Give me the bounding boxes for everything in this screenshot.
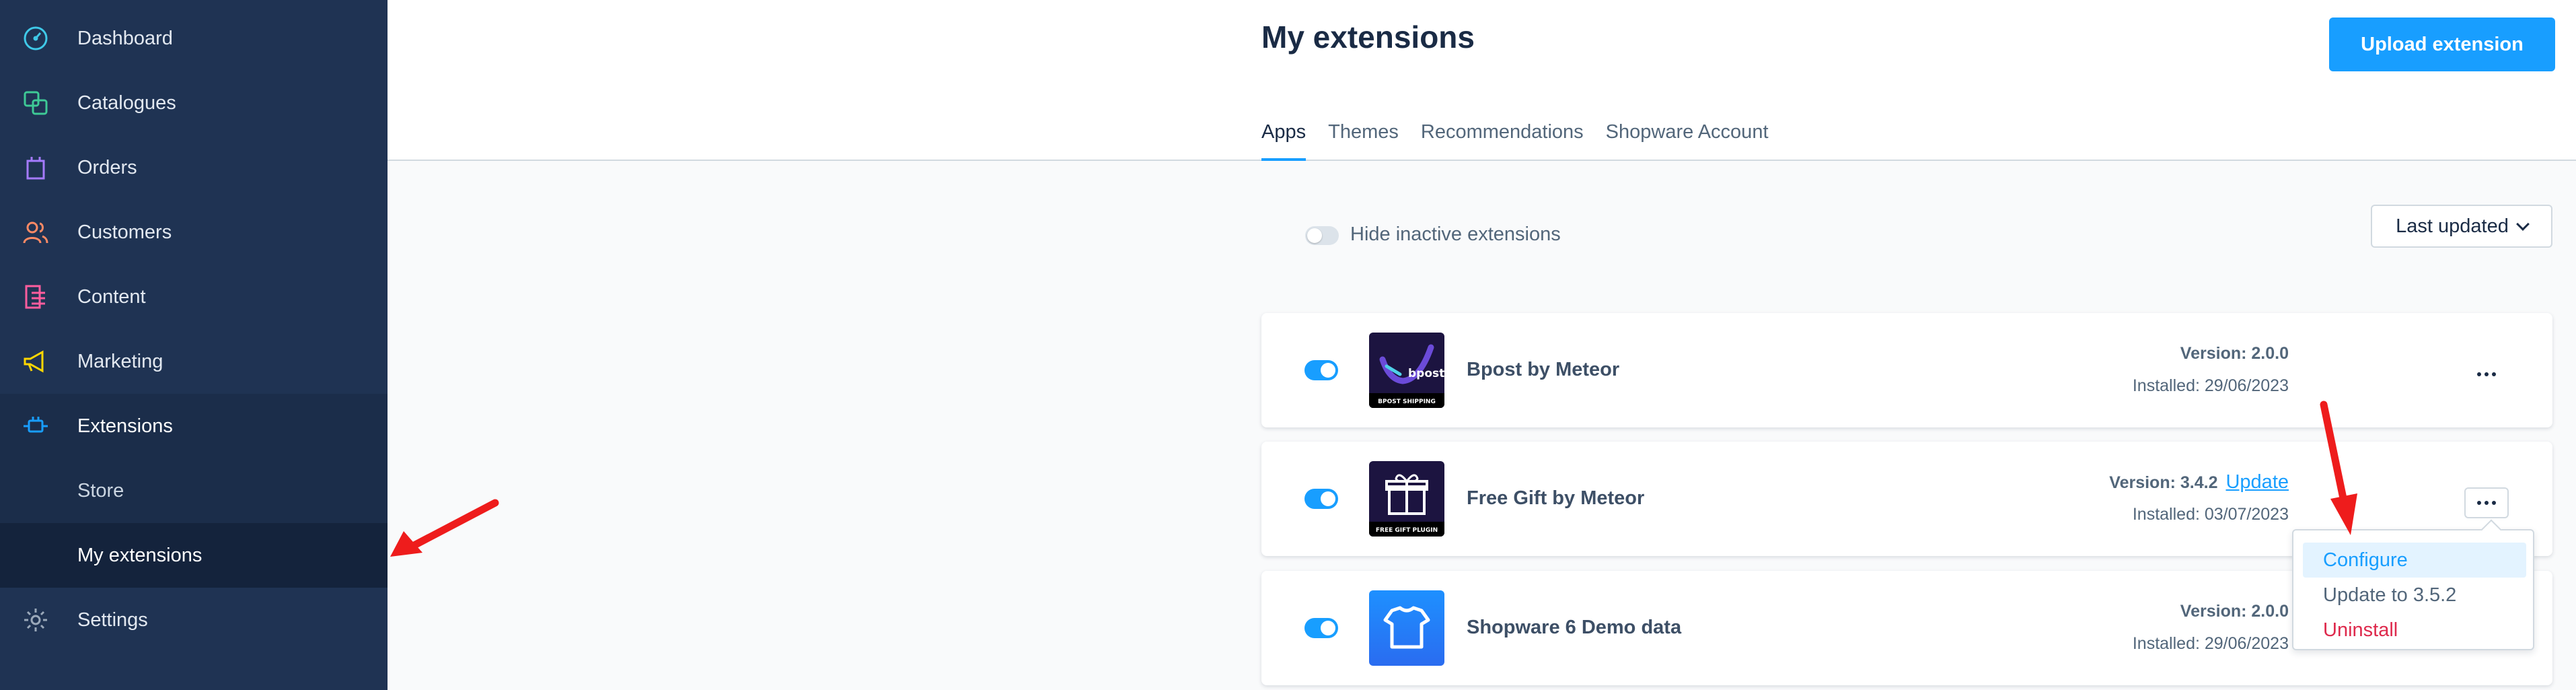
sidebar-subitem-my-extensions[interactable]: My extensions	[0, 523, 388, 588]
hide-inactive-label: Hide inactive extensions	[1350, 223, 1561, 245]
extension-active-toggle[interactable]	[1304, 618, 1338, 638]
sidebar-item-orders[interactable]: Orders	[0, 135, 388, 200]
more-icon	[2477, 372, 2481, 376]
catalogues-icon	[20, 88, 51, 118]
marketing-icon	[20, 346, 51, 377]
sidebar-item-settings[interactable]: Settings	[0, 588, 388, 652]
content-icon	[20, 281, 51, 312]
sort-select[interactable]: Last updated	[2371, 205, 2552, 248]
svg-text:FREE GIFT PLUGIN: FREE GIFT PLUGIN	[1376, 527, 1438, 534]
extension-name: Bpost by Meteor	[1467, 359, 1620, 380]
sort-select-value: Last updated	[2396, 215, 2509, 237]
menu-item-uninstall[interactable]: Uninstall	[2303, 613, 2526, 648]
sidebar-item-label: Dashboard	[77, 27, 173, 49]
sidebar: Dashboard Catalogues Orders Customers Co…	[0, 0, 388, 690]
extension-active-toggle[interactable]	[1304, 489, 1338, 509]
extension-version: Version: 2.0.0	[2180, 344, 2289, 363]
sidebar-item-label: Customers	[77, 221, 172, 243]
extension-installed-date: Installed: 29/06/2023	[2132, 634, 2289, 653]
tshirt-logo-icon	[1369, 590, 1444, 666]
gift-logo-icon: FREE GIFT PLUGIN	[1369, 461, 1444, 537]
menu-item-configure[interactable]: Configure	[2303, 543, 2526, 578]
tab-themes[interactable]: Themes	[1328, 121, 1399, 161]
extension-active-toggle[interactable]	[1304, 360, 1338, 380]
update-link[interactable]: Update	[2225, 471, 2289, 493]
more-options-button[interactable]	[2464, 359, 2509, 390]
extension-installed-date: Installed: 03/07/2023	[2132, 505, 2289, 524]
extensions-icon	[20, 411, 51, 442]
page-title: My extensions	[1261, 20, 1475, 55]
customers-icon	[20, 217, 51, 248]
extension-version-row: Version: 3.4.2 Update	[2109, 471, 2289, 493]
sidebar-item-extensions[interactable]: Extensions	[0, 394, 388, 458]
sidebar-item-dashboard[interactable]: Dashboard	[0, 6, 388, 71]
more-icon	[2492, 501, 2496, 505]
sidebar-item-label: Store	[77, 479, 124, 502]
sidebar-item-label: My extensions	[77, 544, 203, 566]
sidebar-item-label: Orders	[77, 156, 137, 178]
tab-bar: Apps Themes Recommendations Shopware Acc…	[1261, 121, 1791, 161]
tab-shopware-account[interactable]: Shopware Account	[1606, 121, 1769, 161]
more-icon	[2477, 501, 2481, 505]
svg-text:bpost: bpost	[1408, 367, 1444, 380]
more-icon	[2485, 501, 2489, 505]
upload-extension-button[interactable]: Upload extension	[2329, 18, 2555, 71]
sidebar-item-catalogues[interactable]: Catalogues	[0, 71, 388, 135]
extension-version: Version: 3.4.2	[2109, 473, 2218, 492]
more-icon	[2485, 372, 2489, 376]
svg-text:BPOST SHIPPING: BPOST SHIPPING	[1378, 399, 1436, 405]
annotation-arrow-icon	[390, 499, 499, 557]
chevron-down-icon	[2515, 217, 2530, 231]
extension-version: Version: 2.0.0	[2180, 602, 2289, 621]
sidebar-item-label: Extensions	[77, 415, 173, 437]
sidebar-item-marketing[interactable]: Marketing	[0, 329, 388, 394]
orders-icon	[20, 152, 51, 183]
extension-context-menu: Configure Update to 3.5.2 Uninstall	[2292, 529, 2534, 650]
sidebar-subitem-store[interactable]: Store	[0, 458, 388, 523]
hide-inactive-toggle[interactable]	[1305, 226, 1339, 245]
annotation-arrow-icon	[2320, 401, 2357, 535]
sidebar-item-content[interactable]: Content	[0, 265, 388, 329]
extension-installed-date: Installed: 29/06/2023	[2132, 376, 2289, 395]
bpost-logo-icon: bpost BPOST SHIPPING	[1369, 333, 1444, 408]
menu-item-update[interactable]: Update to 3.5.2	[2303, 578, 2526, 613]
dashboard-icon	[20, 23, 51, 54]
sidebar-item-label: Content	[77, 285, 146, 308]
extension-name: Free Gift by Meteor	[1467, 487, 1645, 509]
sidebar-item-label: Marketing	[77, 350, 163, 372]
tab-apps[interactable]: Apps	[1261, 121, 1307, 161]
more-icon	[2492, 372, 2496, 376]
tab-recommendations[interactable]: Recommendations	[1421, 121, 1584, 161]
sidebar-item-customers[interactable]: Customers	[0, 200, 388, 265]
sidebar-item-label: Settings	[77, 609, 148, 631]
more-options-button[interactable]	[2464, 487, 2509, 518]
settings-icon	[20, 605, 51, 635]
page-header: My extensions Upload extension Apps Them…	[388, 0, 2576, 161]
sidebar-item-label: Catalogues	[77, 92, 176, 114]
extension-name: Shopware 6 Demo data	[1467, 617, 1682, 638]
